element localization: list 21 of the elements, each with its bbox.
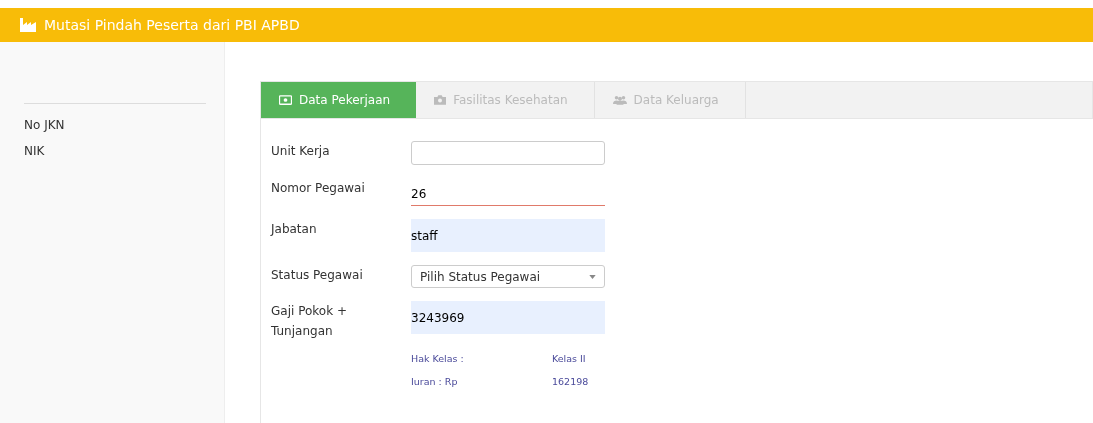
- info-value: 162198: [552, 376, 589, 387]
- field-label: Nomor Pegawai: [271, 180, 366, 197]
- users-icon: [612, 95, 627, 105]
- info-value: Kelas II: [552, 353, 586, 364]
- info-label: Iuran : Rp: [411, 376, 459, 387]
- input-field[interactable]: 3243969: [411, 301, 605, 334]
- field-label: Status Pegawai: [271, 267, 364, 284]
- field-label: NIK: [24, 144, 46, 160]
- field-label: Jabatan: [271, 221, 318, 238]
- camera-icon: [434, 95, 447, 105]
- page-title: Mutasi Pindah Peserta dari PBI APBD: [44, 17, 300, 33]
- input-field[interactable]: staff: [411, 219, 605, 252]
- factory-icon: [20, 18, 36, 32]
- status-dropdown[interactable]: Pilih Status Pegawai: [411, 265, 605, 288]
- field-label: Unit Kerja: [271, 143, 331, 160]
- info-label: Hak Kelas :: [411, 353, 465, 364]
- caret-icon: [589, 274, 596, 279]
- field-label: No JKN: [24, 118, 66, 134]
- input-field[interactable]: [411, 141, 605, 165]
- field-label: Gaji Pokok + Tunjangan: [271, 303, 348, 340]
- money-icon: [279, 95, 292, 105]
